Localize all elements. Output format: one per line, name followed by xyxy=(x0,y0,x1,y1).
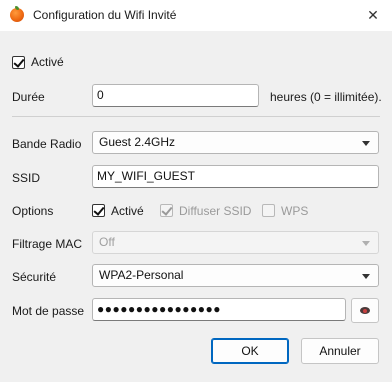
security-select[interactable]: WPA2-Personal xyxy=(92,264,379,287)
duration-label: Durée xyxy=(12,90,45,104)
title-bar: Configuration du Wifi Invité ✕ xyxy=(0,0,392,31)
close-button[interactable]: ✕ xyxy=(362,4,384,26)
reveal-password-button[interactable] xyxy=(351,298,379,323)
cancel-button[interactable]: Annuler xyxy=(301,338,379,364)
option-wps-checkbox[interactable] xyxy=(262,204,275,217)
option-active-label: Activé xyxy=(111,204,144,218)
ssid-input[interactable]: MY_WIFI_GUEST xyxy=(92,165,379,188)
option-wps-label: WPS xyxy=(281,204,309,218)
chevron-down-icon xyxy=(362,241,370,246)
eye-icon xyxy=(360,307,370,314)
mac-filter-select[interactable]: Off xyxy=(92,231,379,254)
band-label: Bande Radio xyxy=(12,137,82,151)
security-label: Sécurité xyxy=(12,270,57,284)
option-active-checkbox[interactable] xyxy=(92,204,105,217)
ssid-label: SSID xyxy=(12,171,41,185)
enabled-label: Activé xyxy=(31,55,64,69)
ok-button[interactable]: OK xyxy=(211,338,289,364)
window-title: Configuration du Wifi Invité xyxy=(33,8,177,22)
options-label: Options xyxy=(12,204,54,218)
mac-filter-label: Filtrage MAC xyxy=(12,237,83,251)
enabled-checkbox[interactable] xyxy=(12,56,25,69)
duration-input[interactable]: 0 xyxy=(92,84,259,107)
chevron-down-icon xyxy=(362,274,370,279)
mac-filter-select-value: Off xyxy=(99,235,115,249)
password-label: Mot de passe xyxy=(12,304,85,318)
password-input[interactable]: ●●●●●●●●●●●●●●●● xyxy=(92,298,346,321)
option-broadcast-label: Diffuser SSID xyxy=(179,204,252,218)
app-icon xyxy=(10,6,24,22)
option-broadcast-checkbox[interactable] xyxy=(160,204,173,217)
band-select-value: Guest 2.4GHz xyxy=(99,135,176,149)
separator xyxy=(12,116,380,117)
security-select-value: WPA2-Personal xyxy=(99,268,184,282)
band-select[interactable]: Guest 2.4GHz xyxy=(92,131,379,154)
chevron-down-icon xyxy=(362,141,370,146)
duration-hint: heures (0 = illimitée). xyxy=(270,90,382,104)
